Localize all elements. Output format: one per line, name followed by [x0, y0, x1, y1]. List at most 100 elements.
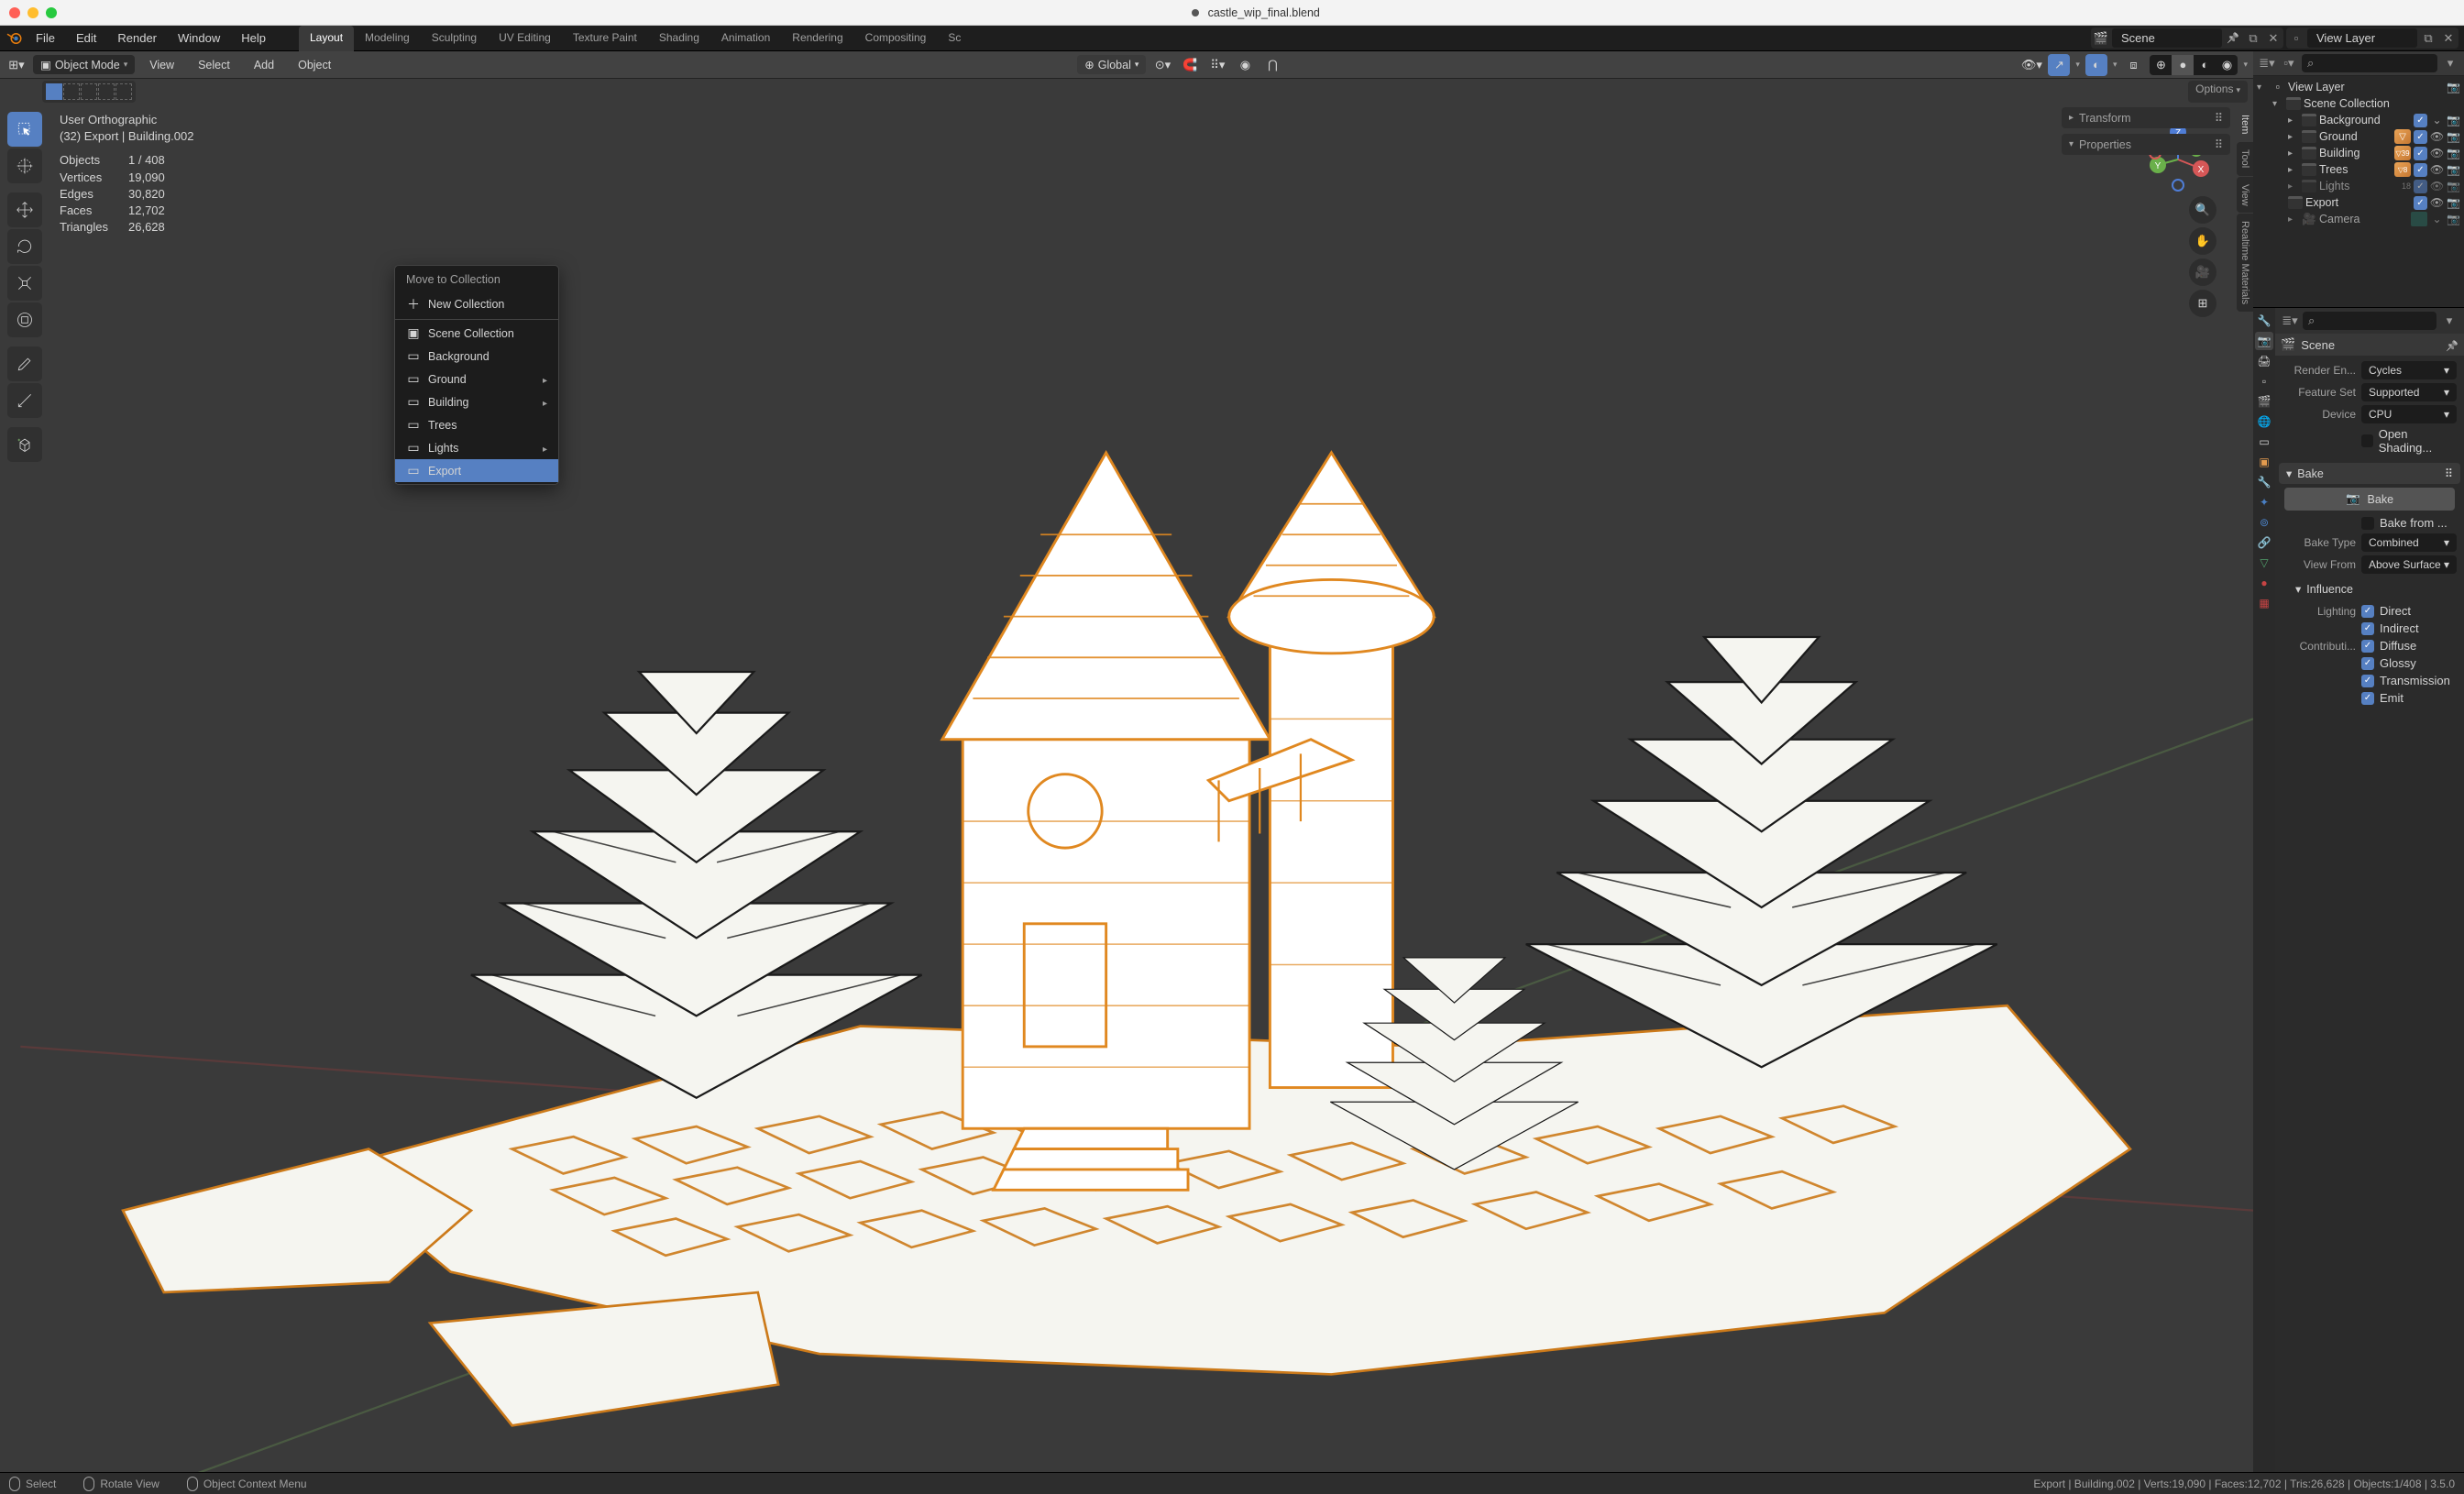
properties-options-icon[interactable]: ▾	[2440, 312, 2458, 330]
transmission-checkbox[interactable]	[2361, 675, 2374, 687]
header-menu-view[interactable]: View	[140, 56, 183, 74]
menu-edit[interactable]: Edit	[67, 27, 105, 49]
workspace-tab-rendering[interactable]: Rendering	[781, 26, 853, 51]
chevron-down-icon[interactable]: ⌄	[2430, 114, 2444, 127]
select-intersect-icon[interactable]	[98, 83, 115, 100]
exclude-checkbox[interactable]	[2414, 147, 2427, 160]
direct-checkbox[interactable]	[2361, 605, 2374, 618]
persp-ortho-icon[interactable]: ⊞	[2189, 290, 2216, 317]
n-tab-view[interactable]: View	[2237, 177, 2253, 214]
prop-tab-particles-icon[interactable]: ✦	[2255, 493, 2273, 511]
workspace-tab-sculpting[interactable]: Sculpting	[421, 26, 488, 51]
shading-solid-icon[interactable]: ●	[2172, 55, 2194, 75]
select-box-icon[interactable]	[46, 83, 62, 100]
camera-restrict-icon[interactable]: 📷	[2447, 130, 2460, 144]
visibility-icon[interactable]: 👁	[2430, 180, 2444, 193]
properties-search[interactable]: ⌕	[2303, 312, 2436, 330]
ctx-lights[interactable]: ▭ Lights	[395, 436, 558, 459]
proportional-edit-icon[interactable]: ◉	[1234, 54, 1256, 76]
select-extend-icon[interactable]	[63, 83, 80, 100]
workspace-tab-animation[interactable]: Animation	[710, 26, 781, 51]
visibility-icon[interactable]: 👁	[2430, 147, 2444, 160]
prop-tab-output-icon[interactable]: 🖨	[2255, 352, 2273, 370]
tool-transform[interactable]	[7, 302, 42, 337]
exclude-checkbox[interactable]	[2414, 114, 2427, 127]
prop-tab-scene-icon[interactable]: 🎬	[2255, 392, 2273, 411]
n-tab-item[interactable]: Item	[2237, 107, 2253, 141]
select-invert-icon[interactable]	[116, 83, 132, 100]
outliner-view-icon[interactable]: ▫▾	[2280, 54, 2298, 72]
workspace-tab-compositing[interactable]: Compositing	[854, 26, 938, 51]
device-select[interactable]: CPU▾	[2361, 405, 2457, 423]
tree-viewlayer[interactable]: ▾ ▫ View Layer 📷	[2253, 79, 2464, 95]
prop-tab-viewlayer-icon[interactable]: ▫	[2255, 372, 2273, 390]
outliner-filter-icon[interactable]: ▾	[2441, 54, 2459, 72]
chevron-down-icon[interactable]: ⌄	[2430, 213, 2444, 226]
ctx-scene-collection[interactable]: ▣ Scene Collection	[395, 322, 558, 345]
panel-bake-header[interactable]: ▾Bake ⠿	[2279, 463, 2460, 484]
visibility-icon[interactable]: 👁	[2430, 196, 2444, 210]
workspace-tab-texture[interactable]: Texture Paint	[562, 26, 648, 51]
exclude-checkbox[interactable]	[2414, 196, 2427, 210]
prop-tab-mesh-icon[interactable]: ▽	[2255, 554, 2273, 572]
n-tab-realtime[interactable]: Realtime Materials	[2237, 214, 2253, 312]
visibility-icon[interactable]: 👁▾	[2020, 54, 2042, 76]
bake-type-select[interactable]: Combined▾	[2361, 533, 2457, 552]
editor-type-icon[interactable]: ⊞▾	[6, 54, 28, 76]
workspace-tab-shading[interactable]: Shading	[648, 26, 710, 51]
visibility-icon[interactable]: 👁	[2430, 163, 2444, 177]
tree-coll-background[interactable]: ▸ Background ⌄📷	[2253, 112, 2464, 128]
bake-button[interactable]: 📷 Bake	[2284, 488, 2455, 511]
viewport-3d[interactable]: User Orthographic (32) Export | Building…	[0, 104, 2253, 1472]
camera-restrict-icon[interactable]: 📷	[2447, 81, 2460, 94]
prop-tab-object-icon[interactable]: ▣	[2255, 453, 2273, 471]
ctx-trees[interactable]: ▭ Trees	[395, 413, 558, 436]
camera-restrict-icon[interactable]: 📷	[2447, 196, 2460, 210]
outliner-display-mode-icon[interactable]: ≣▾	[2258, 54, 2276, 72]
camera-icon[interactable]: 🎥	[2189, 258, 2216, 286]
overlay-toggle-icon[interactable]: ◐	[2085, 54, 2107, 76]
pivot-point-icon[interactable]: ⊙▾	[1151, 54, 1173, 76]
delete-scene-button[interactable]: ✕	[2264, 29, 2282, 48]
menu-help[interactable]: Help	[232, 27, 275, 49]
tool-rotate[interactable]	[7, 229, 42, 264]
prop-tab-tool-icon[interactable]: 🔧	[2255, 312, 2273, 330]
exclude-checkbox[interactable]	[2414, 130, 2427, 144]
feature-set-select[interactable]: Supported▾	[2361, 383, 2457, 401]
tool-scale[interactable]	[7, 266, 42, 301]
emit-checkbox[interactable]	[2361, 692, 2374, 705]
select-subtract-icon[interactable]	[81, 83, 97, 100]
shading-wireframe-icon[interactable]: ⊕	[2150, 55, 2172, 75]
camera-restrict-icon[interactable]: 📷	[2447, 180, 2460, 193]
prop-tab-material-icon[interactable]: ●	[2255, 574, 2273, 592]
tool-select-box[interactable]	[7, 112, 42, 147]
camera-restrict-icon[interactable]: 📷	[2447, 163, 2460, 177]
tool-cursor[interactable]	[7, 148, 42, 183]
outliner-search[interactable]: ⌕	[2302, 54, 2437, 72]
tree-scene-collection[interactable]: ▾ Scene Collection	[2253, 95, 2464, 112]
prop-tab-texture-icon[interactable]: ▦	[2255, 594, 2273, 612]
exclude-checkbox[interactable]	[2414, 163, 2427, 177]
workspace-tab-more[interactable]: Sc	[937, 26, 972, 51]
viewlayer-browse-icon[interactable]: ▫	[2287, 29, 2305, 48]
minimize-window-button[interactable]	[28, 7, 38, 18]
render-engine-select[interactable]: Cycles▾	[2361, 361, 2457, 379]
header-menu-add[interactable]: Add	[245, 56, 283, 74]
exclude-checkbox[interactable]	[2414, 180, 2427, 193]
ctx-export[interactable]: ▭ Export	[395, 459, 558, 482]
view-from-select[interactable]: Above Surface▾	[2361, 555, 2457, 574]
tree-coll-lights[interactable]: ▸ Lights 18 👁📷	[2253, 178, 2464, 194]
pin-properties-icon[interactable]	[2446, 338, 2458, 352]
open-shading-checkbox[interactable]	[2361, 434, 2373, 447]
pin-scene-icon[interactable]	[2224, 29, 2242, 48]
glossy-checkbox[interactable]	[2361, 657, 2374, 670]
mode-selector[interactable]: ▣ Object Mode ▾	[33, 55, 135, 74]
tree-coll-export[interactable]: Export 👁📷	[2253, 194, 2464, 211]
scene-name-field[interactable]: Scene	[2112, 28, 2222, 48]
n-tab-tool[interactable]: Tool	[2237, 142, 2253, 175]
blender-logo-icon[interactable]	[6, 29, 24, 48]
new-scene-button[interactable]: ⧉	[2244, 29, 2262, 48]
camera-restrict-icon[interactable]: 📷	[2447, 213, 2460, 226]
tool-add-primitive[interactable]	[7, 427, 42, 462]
delete-viewlayer-button[interactable]: ✕	[2439, 29, 2458, 48]
